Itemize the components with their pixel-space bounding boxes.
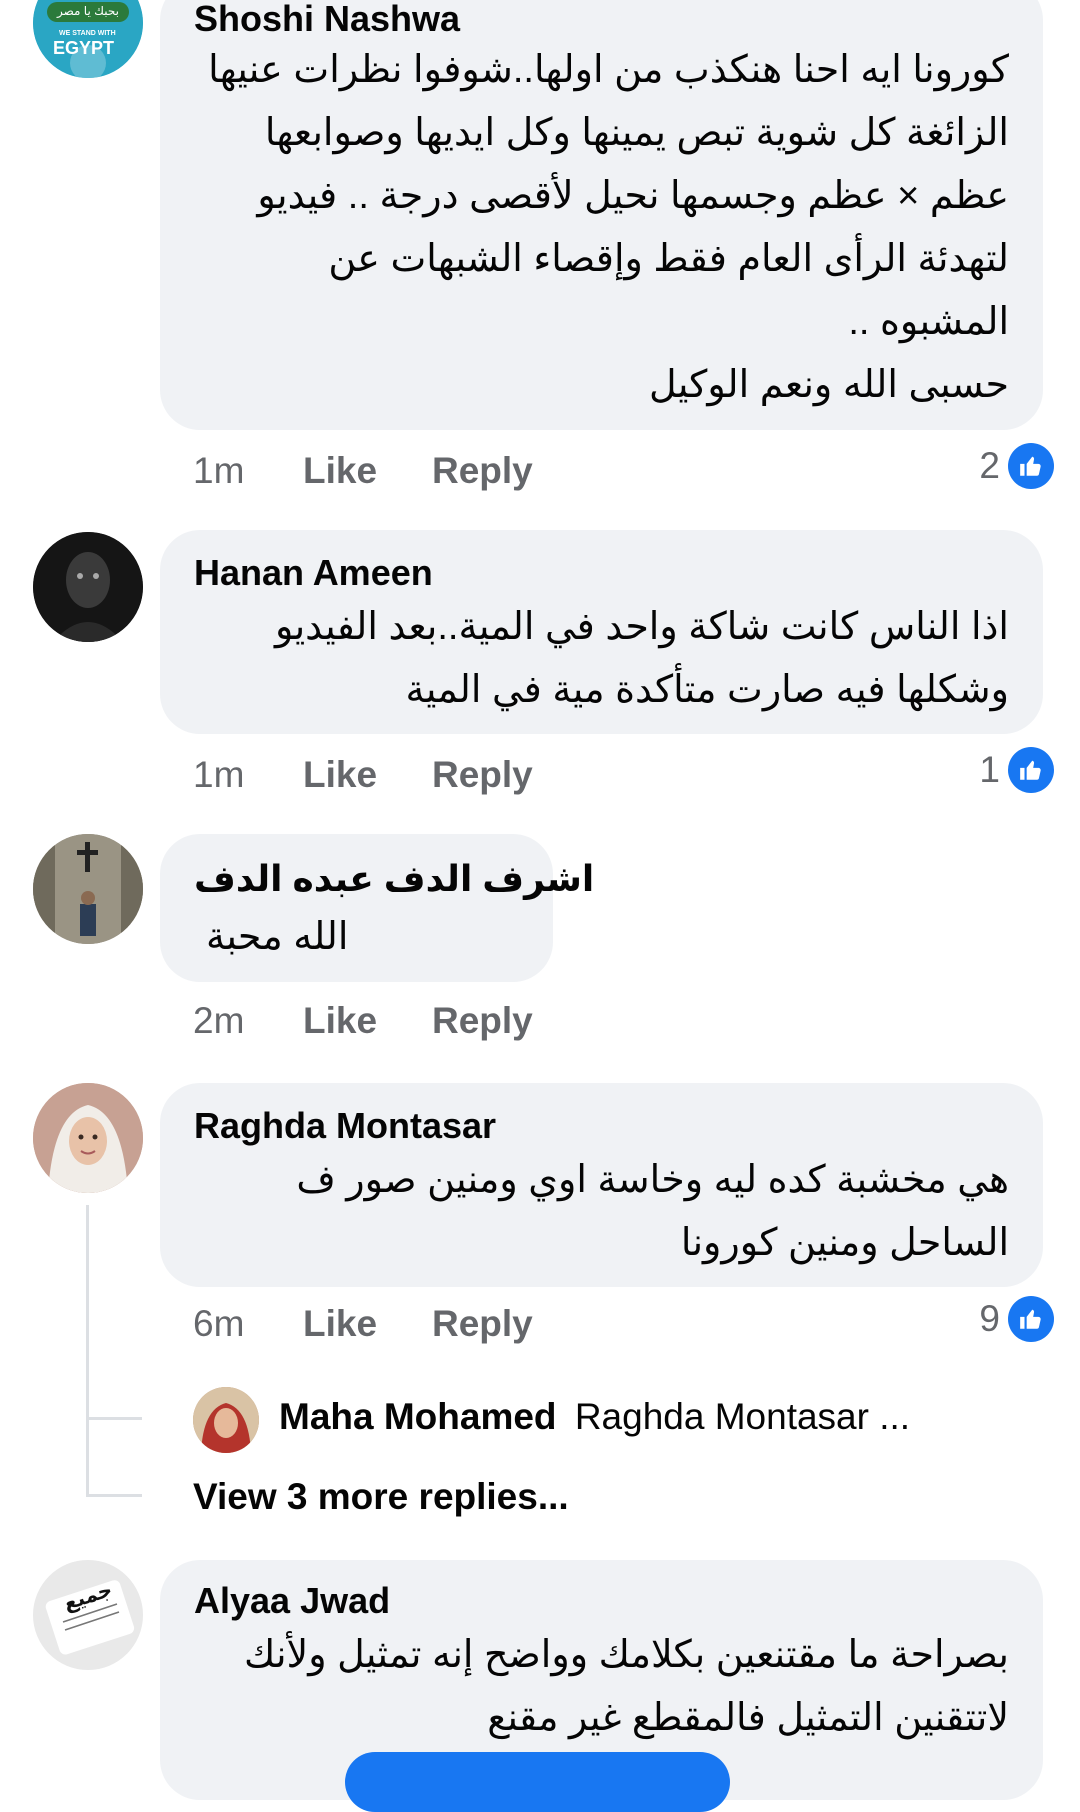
avatar-raghda-montasar[interactable] (33, 1083, 143, 1193)
reply-thread-line (86, 1420, 89, 1496)
comment-line: هي مخشبة كده ليه وخاسة اوي ومنين صور ف (296, 1159, 1009, 1201)
reply-button[interactable]: Reply (432, 450, 533, 492)
portrait-avatar-icon (33, 532, 143, 642)
reply-preview-text: Raghda Montasar ... (574, 1396, 911, 1437)
comment-actions: 1m (193, 450, 244, 492)
comment-line: اذا الناس كانت شاكة واحد في المية..بعد ا… (274, 606, 1009, 648)
comment-line: وشكلها فيه صارت متأكدة مية في المية (405, 669, 1010, 711)
commenter-name[interactable]: Raghda Montasar (194, 1105, 496, 1147)
reply-thread-branch (86, 1417, 142, 1420)
view-more-replies-link[interactable]: View 3 more replies... (193, 1476, 569, 1518)
like-button[interactable]: Like (303, 754, 377, 796)
comment-time: 2m (193, 1000, 245, 1041)
commenter-name[interactable]: Alyaa Jwad (194, 1580, 390, 1622)
thumbs-up-icon (1008, 747, 1054, 793)
reply-thread-branch (86, 1494, 142, 1497)
reply-thread-line (86, 1205, 89, 1420)
like-button[interactable]: Like (303, 450, 377, 492)
reply-button[interactable]: Reply (432, 1303, 533, 1345)
avatar-shoshi-nashwa[interactable]: بحبك يا مصر WE STAND WITH EGYPT (33, 0, 143, 78)
thumbs-up-icon (1008, 443, 1054, 489)
comment-bubble-raghda-montasar: Raghda Montasar هي مخشبة كده ليه وخاسة ا… (160, 1083, 1043, 1287)
church-photo-avatar-icon (33, 834, 143, 944)
reaction-count[interactable]: 9 (979, 1296, 1054, 1342)
commenter-name[interactable]: Hanan Ameen (194, 552, 433, 594)
reaction-count[interactable]: 1 (979, 747, 1054, 793)
like-count: 9 (979, 1298, 1000, 1339)
comment-line: الساحل ومنين كورونا (680, 1222, 1009, 1264)
comment-line: عظم × عظم وجسمها نحيل لأقصى درجة .. فيدي… (257, 175, 1009, 217)
comment-line: المشبوه .. (848, 301, 1009, 343)
commenter-name[interactable]: اشرف الدف عبده الدف (194, 858, 594, 900)
avatar-text-small: WE STAND WITH (59, 30, 116, 37)
portrait-avatar-icon (33, 1083, 143, 1193)
avatar-hanan-ameen[interactable] (33, 532, 143, 642)
comment-time: 6m (193, 1303, 245, 1344)
reaction-count[interactable]: 2 (979, 443, 1054, 489)
avatar-text-top: بحبك يا مصر (57, 4, 119, 18)
avatar-ashraf[interactable] (33, 834, 143, 944)
reply-preview[interactable]: Maha Mohamed Raghda Montasar ... (279, 1396, 910, 1438)
like-count: 2 (979, 445, 1000, 486)
avatar-maha-mohamed[interactable] (193, 1387, 259, 1453)
comment-time: 1m (193, 754, 245, 795)
commenter-name[interactable]: Shoshi Nashwa (194, 0, 460, 40)
comment-line: حسبى الله ونعم الوكيل (649, 364, 1009, 406)
reply-button[interactable]: Reply (432, 754, 533, 796)
reply-button[interactable]: Reply (432, 1000, 533, 1042)
thumbs-up-icon (1008, 1296, 1054, 1342)
avatar-alyaa-jwad[interactable]: جميع (33, 1560, 143, 1670)
reply-author-name[interactable]: Maha Mohamed (279, 1396, 557, 1437)
comment-line: لاتتقنين التمثيل فالمقطع غير مقنع (487, 1697, 1009, 1739)
comment-bubble-shoshi-nashwa: Shoshi Nashwa كورونا ايه احنا هنكذب من ا… (160, 0, 1043, 430)
comment-line: بصراحة ما مقتنعين بكلامك وواضح إنه تمثيل… (243, 1634, 1009, 1676)
like-button[interactable]: Like (303, 1303, 377, 1345)
floating-action-button[interactable] (345, 1752, 730, 1812)
comment-line: الزائغة كل شوية تبص يمينها وكل ايديها وص… (264, 112, 1009, 154)
like-count: 1 (979, 749, 1000, 790)
note-image-avatar-icon (33, 1560, 143, 1670)
comment-bubble-ashraf: اشرف الدف عبده الدف الله محبة (160, 834, 594, 982)
comment-line: لتهدئة الرأى العام فقط وإقصاء الشبهات عن (328, 238, 1009, 280)
comment-bubble-hanan-ameen: Hanan Ameen اذا الناس كانت شاكة واحد في … (160, 530, 1043, 734)
comment-line: الله محبة (206, 916, 349, 958)
comment-time: 1m (193, 450, 245, 491)
avatar-text-main: EGYPT (53, 38, 115, 58)
like-button[interactable]: Like (303, 1000, 377, 1042)
portrait-avatar-icon (193, 1387, 259, 1453)
comment-line: كورونا ايه احنا هنكذب من اولها..شوفوا نظ… (208, 49, 1009, 91)
